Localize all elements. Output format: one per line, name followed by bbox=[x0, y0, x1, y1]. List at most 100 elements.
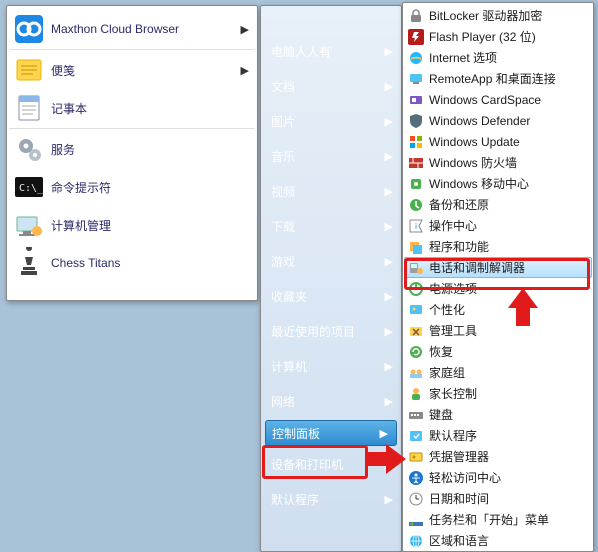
cpl-label: 轻松访问中心 bbox=[429, 469, 501, 486]
cpl-label: Windows 移动中心 bbox=[429, 175, 529, 192]
program-item-notepad[interactable]: 记事本 bbox=[7, 89, 257, 127]
menu-label: 音乐 bbox=[271, 148, 295, 165]
chess-icon bbox=[13, 247, 45, 279]
control-panel-item-programs[interactable]: 程序和功能 bbox=[404, 236, 592, 257]
start-menu-item-13[interactable]: 默认程序▶ bbox=[261, 482, 401, 517]
control-panel-item-cardspace[interactable]: Windows CardSpace bbox=[404, 89, 592, 110]
cpl-label: 区域和语言 bbox=[429, 532, 489, 549]
submenu-arrow-icon: ▶ bbox=[385, 255, 393, 268]
cpl-label: Windows CardSpace bbox=[429, 93, 541, 107]
svg-text:i: i bbox=[415, 222, 417, 231]
bitlocker-icon bbox=[408, 8, 424, 24]
submenu-arrow-icon: ▶ bbox=[241, 23, 249, 36]
phone-icon bbox=[408, 260, 424, 276]
menu-label: 文档 bbox=[271, 78, 295, 95]
control-panel-item-ie[interactable]: Internet 选项 bbox=[404, 47, 592, 68]
submenu-arrow-icon: ▶ bbox=[241, 64, 249, 77]
taskbar-icon bbox=[408, 512, 424, 528]
control-panel-item-region[interactable]: 区域和语言 bbox=[404, 530, 592, 551]
menu-label: 游戏 bbox=[271, 253, 295, 270]
start-menu-item-0[interactable]: 电脑人人有▶ bbox=[261, 34, 401, 69]
control-panel-item-recovery[interactable]: 恢复 bbox=[404, 341, 592, 362]
control-panel-item-ease[interactable]: 轻松访问中心 bbox=[404, 467, 592, 488]
submenu-arrow-icon: ▶ bbox=[385, 493, 393, 506]
cpl-label: 键盘 bbox=[429, 406, 453, 423]
credential-icon bbox=[408, 449, 424, 465]
start-menu-item-3[interactable]: 音乐▶ bbox=[261, 139, 401, 174]
menu-label: 下载 bbox=[271, 218, 295, 235]
submenu-arrow-icon: ▶ bbox=[385, 45, 393, 58]
control-panel-item-defender[interactable]: Windows Defender bbox=[404, 110, 592, 131]
control-panel-item-backup[interactable]: 备份和还原 bbox=[404, 194, 592, 215]
cpl-label: 恢复 bbox=[429, 343, 453, 360]
remote-icon bbox=[408, 71, 424, 87]
control-panel-item-defaultprog[interactable]: 默认程序 bbox=[404, 425, 592, 446]
flash-icon bbox=[408, 29, 424, 45]
separator bbox=[9, 128, 255, 129]
start-menu-item-8[interactable]: 最近使用的项目▶ bbox=[261, 314, 401, 349]
start-menu-item-4[interactable]: 视频▶ bbox=[261, 174, 401, 209]
cpl-label: Windows Update bbox=[429, 135, 520, 149]
control-panel-item-firewall[interactable]: Windows 防火墙 bbox=[404, 152, 592, 173]
control-panel-item-action[interactable]: i 操作中心 bbox=[404, 215, 592, 236]
gears-icon bbox=[13, 133, 45, 165]
control-panel-item-flash[interactable]: Flash Player (32 位) bbox=[404, 26, 592, 47]
cpl-label: 备份和还原 bbox=[429, 196, 489, 213]
start-menu-item-2[interactable]: 图片▶ bbox=[261, 104, 401, 139]
start-menu-item-12[interactable]: 设备和打印机▶ bbox=[261, 447, 401, 482]
control-panel-item-keyboard[interactable]: 键盘 bbox=[404, 404, 592, 425]
control-panel-item-taskbar[interactable]: 任务栏和「开始」菜单 bbox=[404, 509, 592, 530]
program-label: 计算机管理 bbox=[51, 217, 249, 234]
program-label: 便笺 bbox=[51, 62, 241, 79]
program-item-chess[interactable]: Chess Titans bbox=[7, 244, 257, 282]
control-panel-item-parental[interactable]: 家长控制 bbox=[404, 383, 592, 404]
cpl-label: 个性化 bbox=[429, 301, 465, 318]
submenu-arrow-icon: ▶ bbox=[385, 185, 393, 198]
defaultprog-icon bbox=[408, 428, 424, 444]
ease-icon bbox=[408, 470, 424, 486]
cpl-label: 凭据管理器 bbox=[429, 448, 489, 465]
control-panel-item-power[interactable]: 电源选项 bbox=[404, 278, 592, 299]
control-panel-item-phone[interactable]: 电话和调制解调器 bbox=[404, 257, 592, 278]
control-panel-item-mobility[interactable]: Windows 移动中心 bbox=[404, 173, 592, 194]
cpl-label: 操作中心 bbox=[429, 217, 477, 234]
start-menu-item-10[interactable]: 网络▶ bbox=[261, 384, 401, 419]
program-item-gears[interactable]: 服务 bbox=[7, 130, 257, 168]
control-panel-item-homegroup[interactable]: 家庭组 bbox=[404, 362, 592, 383]
keyboard-icon bbox=[408, 407, 424, 423]
start-menu-right-panel: 电脑人人有▶文档▶图片▶音乐▶视频▶下载▶游戏▶收藏夹▶最近使用的项目▶计算机▶… bbox=[260, 5, 402, 552]
menu-label: 计算机 bbox=[271, 358, 307, 375]
separator bbox=[9, 49, 255, 50]
cpl-label: Windows Defender bbox=[429, 114, 530, 128]
control-panel-item-datetime[interactable]: 日期和时间 bbox=[404, 488, 592, 509]
submenu-arrow-icon: ▶ bbox=[385, 80, 393, 93]
program-item-notes[interactable]: 便笺▶ bbox=[7, 51, 257, 89]
winupdate-icon bbox=[408, 134, 424, 150]
start-menu-item-9[interactable]: 计算机▶ bbox=[261, 349, 401, 384]
start-menu-item-11[interactable]: 控制面板▶ bbox=[265, 420, 397, 446]
mobility-icon bbox=[408, 176, 424, 192]
cpl-label: 程序和功能 bbox=[429, 238, 489, 255]
program-item-compmgmt[interactable]: 计算机管理 bbox=[7, 206, 257, 244]
start-menu-item-7[interactable]: 收藏夹▶ bbox=[261, 279, 401, 314]
program-item-cmd[interactable]: C:\_命令提示符 bbox=[7, 168, 257, 206]
cpl-label: 日期和时间 bbox=[429, 490, 489, 507]
submenu-arrow-icon: ▶ bbox=[385, 458, 393, 471]
submenu-arrow-icon: ▶ bbox=[385, 325, 393, 338]
notes-icon bbox=[13, 54, 45, 86]
control-panel-item-admintools[interactable]: 管理工具 bbox=[404, 320, 592, 341]
control-panel-item-credential[interactable]: 凭据管理器 bbox=[404, 446, 592, 467]
control-panel-item-remote[interactable]: RemoteApp 和桌面连接 bbox=[404, 68, 592, 89]
cpl-label: Flash Player (32 位) bbox=[429, 28, 536, 45]
program-label: Chess Titans bbox=[51, 256, 249, 270]
control-panel-item-winupdate[interactable]: Windows Update bbox=[404, 131, 592, 152]
parental-icon bbox=[408, 386, 424, 402]
control-panel-item-bitlocker[interactable]: BitLocker 驱动器加密 bbox=[404, 5, 592, 26]
start-menu-item-6[interactable]: 游戏 ▶ bbox=[261, 244, 401, 279]
start-menu-item-1[interactable]: 文档 ▶ bbox=[261, 69, 401, 104]
program-item-maxthon[interactable]: Maxthon Cloud Browser▶ bbox=[7, 10, 257, 48]
start-menu-item-5[interactable]: 下载▶ bbox=[261, 209, 401, 244]
control-panel-item-personalize[interactable]: 个性化 bbox=[404, 299, 592, 320]
cpl-label: Windows 防火墙 bbox=[429, 154, 517, 171]
submenu-arrow-icon: ▶ bbox=[385, 290, 393, 303]
